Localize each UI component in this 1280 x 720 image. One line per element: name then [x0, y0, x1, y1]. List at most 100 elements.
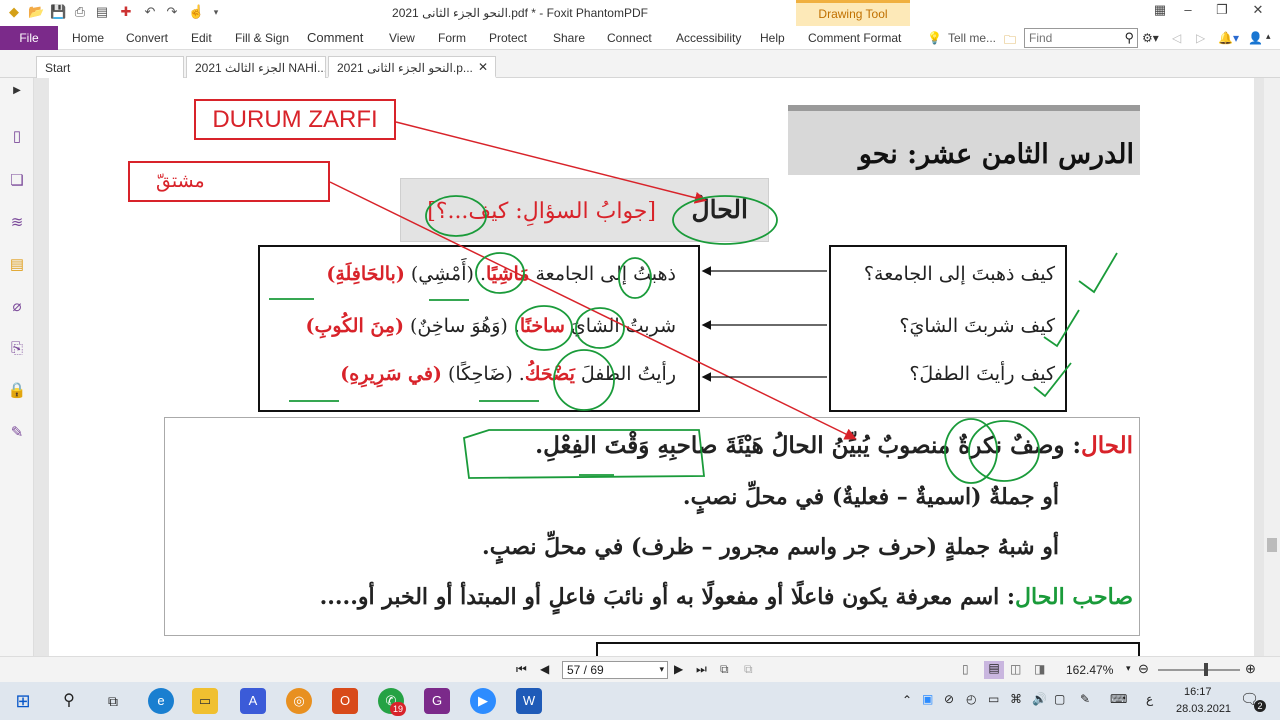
notification-bell-icon[interactable]: 🔔▾ [1218, 31, 1239, 45]
foxit-pdf-icon[interactable]: G [424, 688, 450, 714]
chrome-icon[interactable]: ◎ [286, 688, 312, 714]
save-icon[interactable]: 💾 [50, 4, 66, 20]
cover-page-icon[interactable]: ◨ [1034, 662, 1045, 676]
word-icon[interactable]: W [516, 688, 542, 714]
close-icon[interactable]: ✕ [1248, 2, 1268, 18]
hand-tool-icon[interactable]: ☝ [188, 4, 204, 20]
tray-icon-5[interactable]: ▢ [1054, 692, 1065, 706]
single-page-icon[interactable]: ▯ [962, 662, 969, 676]
forward-arrow-icon[interactable]: ▷ [1196, 31, 1205, 45]
tray-icon-3[interactable]: ◴ [966, 692, 976, 706]
undo-icon[interactable]: ↶ [142, 4, 158, 20]
grid-icon[interactable]: ▦ [1150, 2, 1170, 18]
edge-browser-icon[interactable]: e [148, 688, 174, 714]
close-tab-icon[interactable]: ✕ [478, 60, 488, 74]
menu-view[interactable]: View [389, 31, 415, 45]
menu-help[interactable]: Help [760, 31, 785, 45]
language-indicator[interactable]: ع [1146, 692, 1153, 706]
menu-convert[interactable]: Convert [126, 31, 168, 45]
print-icon[interactable]: ⎙ [72, 4, 88, 20]
lock-icon[interactable]: 🔒 [6, 380, 28, 402]
hal-circle-mark [672, 195, 778, 245]
tell-me-search[interactable]: Tell me... [948, 31, 996, 45]
find-box[interactable]: ⚲ [1024, 28, 1138, 48]
chevron-down-icon[interactable]: ▾ [659, 664, 664, 675]
pages-view-icon[interactable]: ⧉ [720, 662, 729, 677]
scroll-thumb[interactable] [1267, 538, 1277, 552]
tab-nahi-2-active[interactable]: النحو الجزء الثانى 2021.p... ✕ [328, 56, 496, 78]
zoom-level[interactable]: 162.47% [1066, 663, 1113, 677]
tab-start[interactable]: Start [36, 56, 184, 78]
expand-panel-icon[interactable]: ▶ [6, 80, 28, 102]
zoom-dropdown-icon[interactable]: ▾ [1126, 663, 1131, 674]
drawing-tool-context-tab[interactable]: Drawing Tool [796, 0, 910, 26]
menu-comment-format[interactable]: Comment Format [808, 31, 901, 45]
document-viewport[interactable]: الدرس الثامن عشر: نحو DURUM ZARFI مشتقّ … [34, 78, 1264, 656]
menu-comment[interactable]: Comment [307, 30, 363, 45]
first-page-icon[interactable]: ⏮ [516, 662, 527, 677]
zoom-icon[interactable]: ▶ [470, 688, 496, 714]
minimize-icon[interactable]: – [1178, 2, 1198, 17]
attachment-icon[interactable]: ⌀ [6, 296, 28, 318]
volume-icon[interactable]: 🔊 [1032, 692, 1047, 706]
menu-fill-sign[interactable]: Fill & Sign [235, 31, 289, 45]
last-page-icon[interactable]: ⏭ [696, 662, 707, 677]
comments-icon[interactable]: ▤ [6, 254, 28, 276]
restore-icon[interactable]: ❐ [1212, 2, 1232, 18]
tray-zoom-icon[interactable]: ▣ [922, 692, 933, 706]
pages-icon[interactable]: ❏ [6, 170, 28, 192]
start-windows-icon[interactable]: ⊞ [10, 688, 36, 714]
page-thumbnail-icon[interactable]: ▯ [6, 126, 28, 148]
app-icon-a[interactable]: A [240, 688, 266, 714]
continuous-page-icon[interactable]: ▤ [984, 661, 1004, 679]
clock-date[interactable]: 28.03.2021 [1176, 703, 1231, 715]
wand-icon[interactable]: ✎ [6, 422, 28, 444]
page-icon[interactable]: ▤ [94, 4, 110, 20]
pen-icon[interactable]: ✎ [1080, 692, 1090, 706]
menu-form[interactable]: Form [438, 31, 466, 45]
file-menu-button[interactable]: File [0, 26, 58, 50]
tab-nahi-3[interactable]: 2021 الجزء الثالث NAHİ... [186, 56, 326, 78]
search-icon[interactable]: ⚲ [56, 688, 82, 714]
zoom-in-icon[interactable]: ⊕ [1245, 661, 1256, 677]
signature-icon[interactable]: ⎘ [6, 338, 28, 360]
facing-page-icon[interactable]: ◫ [1010, 662, 1021, 676]
back-arrow-icon[interactable]: ◁ [1172, 31, 1181, 45]
menu-connect[interactable]: Connect [607, 31, 652, 45]
tray-icon-4[interactable]: ▭ [988, 692, 999, 706]
zoom-slider[interactable] [1158, 669, 1240, 671]
settings-gear-icon[interactable]: ⚙▾ [1142, 31, 1159, 45]
redo-icon[interactable]: ↷ [164, 4, 180, 20]
checkmark-icon [1078, 252, 1118, 294]
clock-time[interactable]: 16:17 [1184, 686, 1212, 698]
vertical-scrollbar[interactable] [1264, 78, 1280, 656]
menu-share[interactable]: Share [553, 31, 585, 45]
customize-arrow-icon[interactable]: ▾ [208, 4, 224, 20]
network-icon[interactable]: ⌘ [1010, 692, 1022, 706]
tray-up-icon[interactable]: ⌃ [902, 693, 912, 707]
zoom-slider-thumb[interactable] [1204, 663, 1208, 676]
zoom-out-icon[interactable]: ⊖ [1138, 661, 1149, 677]
task-view-icon[interactable]: ⧉ [100, 688, 126, 714]
page-number-field[interactable]: 57 / 69 ▾ [562, 661, 668, 679]
menu-accessibility[interactable]: Accessibility [676, 31, 741, 45]
menu-protect[interactable]: Protect [489, 31, 527, 45]
file-explorer-icon[interactable]: ▭ [192, 688, 218, 714]
pages-view-icon-2[interactable]: ⧉ [744, 662, 753, 677]
menu-edit[interactable]: Edit [191, 31, 212, 45]
ribbon-collapse-icon[interactable]: ▴ [1266, 31, 1271, 42]
new-doc-icon[interactable]: ✚ [118, 4, 134, 20]
layers-icon[interactable]: ≋ [6, 212, 28, 234]
ribbon-menu: File Home Convert Edit Fill & Sign Comme… [0, 26, 1280, 50]
find-input[interactable] [1025, 29, 1115, 47]
office-icon[interactable]: O [332, 688, 358, 714]
tray-icon-2[interactable]: ⊘ [944, 692, 954, 706]
keyboard-icon[interactable]: ⌨ [1110, 692, 1127, 706]
find-folder-icon[interactable]: 🗀 [1004, 31, 1016, 52]
prev-page-icon[interactable]: ◀ [540, 662, 549, 676]
user-icon[interactable]: 👤 [1248, 31, 1263, 45]
menu-home[interactable]: Home [72, 31, 104, 45]
open-icon[interactable]: 📂 [28, 4, 44, 20]
next-page-icon[interactable]: ▶ [674, 662, 683, 676]
search-icon[interactable]: ⚲ [1124, 30, 1134, 46]
